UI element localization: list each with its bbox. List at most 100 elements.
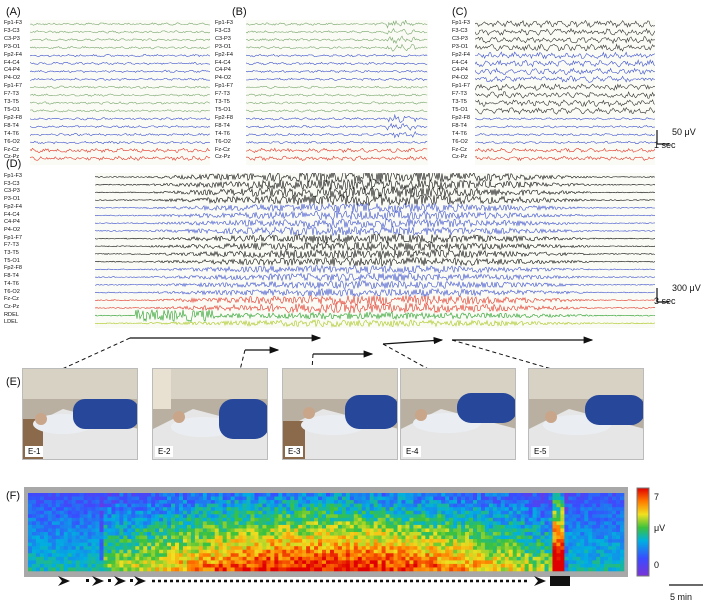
spectrogram-cell <box>143 521 148 526</box>
spectrogram-cell <box>326 556 331 561</box>
spectrogram-cell <box>596 553 601 558</box>
spectrogram-cell <box>357 496 363 501</box>
spectrogram-cell <box>480 539 486 543</box>
spectrogram-cell <box>28 521 33 526</box>
spectrogram-cell <box>246 560 251 565</box>
spectrogram-cell <box>389 560 394 565</box>
spectrogram-cell <box>469 535 474 540</box>
spectrogram-cell <box>75 563 80 568</box>
spectrogram-cell <box>369 535 374 540</box>
spectrogram-cell <box>445 514 450 519</box>
spectrogram-cell <box>75 496 80 501</box>
channel-label: F4-C4 <box>4 59 20 66</box>
spectrogram-cell <box>536 539 541 543</box>
spectrogram-cell <box>377 517 382 522</box>
spectrogram-cell <box>453 507 458 512</box>
spectrogram-cell <box>500 510 506 515</box>
spectrogram-cell <box>409 556 414 561</box>
spectrogram-cell <box>600 563 605 568</box>
channel-label: Fp2-F4 <box>452 51 471 58</box>
spectrogram-cell <box>552 556 557 561</box>
spectrogram-cell <box>524 542 529 547</box>
spectrogram-cell <box>115 521 120 526</box>
spectrogram-cell <box>425 567 430 572</box>
spectrogram-cell <box>238 514 243 519</box>
spectrogram-cell <box>39 542 45 547</box>
spectrogram-cell <box>298 521 303 526</box>
spectrogram-cell <box>218 514 223 519</box>
spectrogram-cell <box>381 528 386 533</box>
spectrogram-cell <box>262 553 267 558</box>
spectrogram-cell <box>564 514 569 519</box>
spectrogram-cell <box>592 503 597 508</box>
spectrogram-cell <box>234 549 239 554</box>
spectrogram-cell <box>528 496 533 501</box>
spectrogram-cell <box>135 514 140 519</box>
spectrogram-cell <box>457 521 462 526</box>
spectrogram-cell <box>278 524 283 529</box>
spectrogram-cell <box>322 528 327 533</box>
spectrogram-cell <box>397 535 402 540</box>
spectrogram-cell <box>226 549 231 554</box>
spectrogram-cell <box>441 528 446 533</box>
spectrogram-cell <box>337 535 343 540</box>
spectrogram-cell <box>544 528 549 533</box>
spectrogram-cell <box>441 535 446 540</box>
spectrogram-cell <box>504 510 510 515</box>
spectrogram-cell <box>544 549 549 554</box>
spectrogram-cell <box>139 514 144 519</box>
spectrogram-cell <box>282 567 287 572</box>
spectrogram-cell <box>322 567 327 572</box>
spectrogram-cell <box>202 563 208 568</box>
spectrogram-cell <box>127 510 132 515</box>
spectrogram-cell <box>540 493 545 497</box>
spectrogram-cell <box>576 510 581 515</box>
spectrogram-cell <box>377 496 382 501</box>
spectrogram-cell <box>31 510 37 515</box>
spectrogram-cell <box>393 539 398 543</box>
spectrogram-cell <box>266 542 271 547</box>
spectrogram-cell <box>500 560 506 565</box>
spectrogram-cell <box>445 560 450 565</box>
spectrogram-cell <box>95 521 100 526</box>
spectrogram-cell <box>580 539 585 543</box>
spectrogram-cell <box>266 507 271 512</box>
spectrogram-cell <box>584 563 589 568</box>
spectrogram-cell <box>608 535 613 540</box>
spectrogram-cell <box>71 535 76 540</box>
spectrogram-cell <box>369 553 374 558</box>
spectrogram-cell <box>186 493 192 497</box>
spectrogram-cell <box>616 560 621 565</box>
spectrogram-cell <box>206 514 212 519</box>
spectrogram-cell <box>31 553 37 558</box>
spectrogram-cell <box>417 500 422 504</box>
spectrogram-cell <box>302 567 307 572</box>
spectrogram-cell <box>612 542 617 547</box>
spectrogram-cell <box>143 500 148 504</box>
spectrogram-cell <box>465 556 470 561</box>
spectrogram-cell <box>274 496 279 501</box>
spectrogram-cell <box>349 510 355 515</box>
spectrogram-cell <box>206 542 212 547</box>
spectrogram-cell <box>258 528 263 533</box>
spectrogram-cell <box>127 535 132 540</box>
spectrogram-cell <box>429 496 434 501</box>
spectrogram-cell <box>584 524 589 529</box>
spectrogram-cell <box>365 539 370 543</box>
video-frame-1: E-1 <box>22 368 138 460</box>
spectrogram-cell <box>600 507 605 512</box>
spectrogram-cell <box>123 532 128 536</box>
spectrogram-cell <box>175 542 180 547</box>
spectrogram-cell <box>397 493 402 497</box>
spectrogram-cell <box>608 500 613 504</box>
spectrogram-cell <box>480 532 486 536</box>
spectrogram-cell <box>210 560 216 565</box>
spectrogram-cell <box>512 539 518 543</box>
spectrogram-cell <box>385 539 390 543</box>
spectrogram-cell <box>298 524 303 529</box>
spectrogram-cell <box>99 521 104 526</box>
spectrogram-cell <box>413 535 418 540</box>
spectrogram-cell <box>131 507 136 512</box>
spectrogram-cell <box>238 556 243 561</box>
spectrogram-cell <box>476 556 482 561</box>
